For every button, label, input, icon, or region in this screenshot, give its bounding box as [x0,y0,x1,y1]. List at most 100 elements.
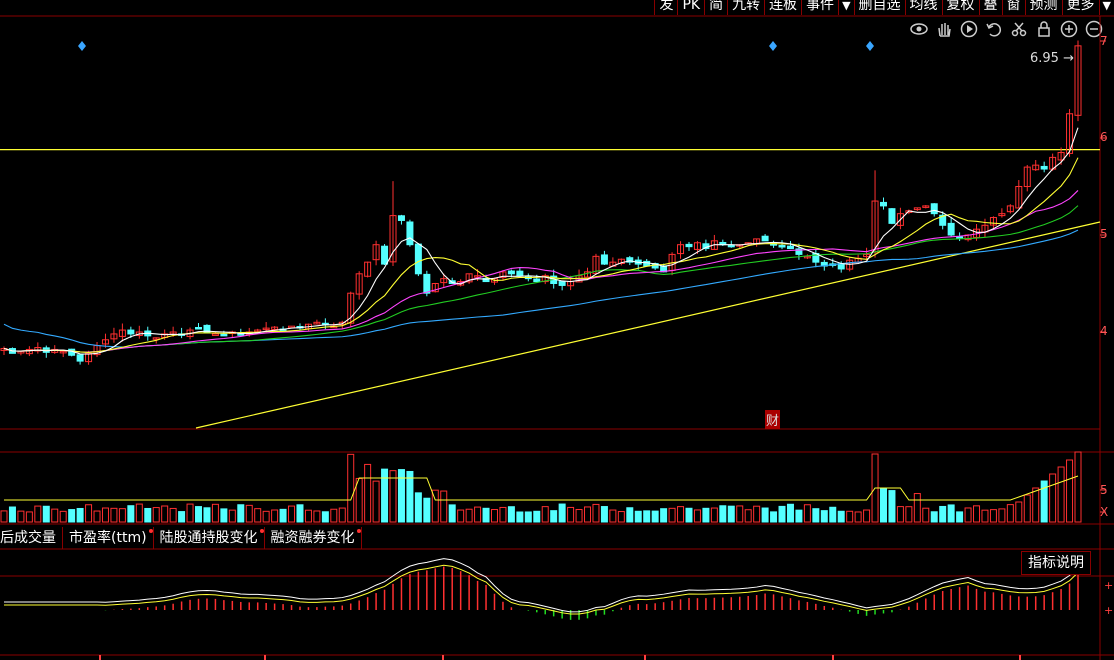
candle-body [406,221,414,246]
volume-bar [161,505,169,523]
volume-bar [1074,451,1082,523]
candle-body [685,243,693,248]
volume-bar [507,506,515,523]
event-diamond-2 [866,41,874,51]
volume-bar [1057,466,1065,523]
candle-body [930,203,938,215]
volume-bar [0,510,8,523]
volume-bar [863,509,871,523]
volume-bar [829,506,837,523]
indicator-explain-button[interactable]: 指标说明 [1021,551,1091,575]
candle-body [397,215,405,221]
volume-bar [1023,494,1031,523]
volume-bar [76,507,84,523]
volume-bar [355,477,363,523]
candle-body [507,270,515,275]
kline-chart[interactable]: ++ [0,0,1114,660]
volume-bar [254,508,262,523]
volume-bar [854,511,862,523]
volume-bar [228,509,236,523]
volume-bar [651,510,659,523]
volume-bar [846,510,854,523]
volume-bar [127,505,135,523]
volume-bar [820,510,828,523]
finance-marker[interactable]: 财 [765,410,781,429]
volume-bar [1049,473,1057,523]
indicator-tab-3[interactable]: 融资融券变化 [265,527,362,549]
volume-bar [533,510,541,523]
volume-bar [879,487,887,523]
price-axis-tick-5: 5 [1100,227,1108,241]
candle-body [414,243,422,275]
volume-bar [364,463,372,523]
candle-body [761,235,769,242]
candle-body [786,245,794,250]
tab-badge-dot [259,529,264,533]
volume-bar [989,509,997,523]
volume-bar [592,503,600,523]
volume-bar [178,511,186,523]
volume-bar [347,453,355,523]
indicator-tab-1[interactable]: 市盈率(ttm) [63,527,154,549]
tab-label: 融资融券变化 [270,530,355,546]
volume-bar [262,510,270,523]
tab-label: 市盈率(ttm) [69,530,147,546]
volume-bar [609,509,617,523]
volume-bar [541,506,549,523]
volume-bar [981,509,989,523]
ma10-line [3,157,1079,354]
volume-bar [677,506,685,523]
candle-body [533,278,541,283]
volume-bar [321,511,329,523]
volume-bar [474,506,482,523]
volume-bar [567,506,575,523]
volume-bar [42,505,50,523]
volume-bar [499,506,507,523]
volume-bar [152,507,160,523]
volume-bar [465,508,473,523]
indicator-tab-0[interactable]: 后成交量 [0,527,63,549]
tab-badge-dot [148,529,153,533]
tab-badge-dot [356,529,361,533]
volume-bar [888,490,896,523]
candle-body [381,245,389,265]
volume-bar [710,507,718,523]
volume-bar [186,503,194,523]
volume-bar [736,505,744,523]
volume-bar [338,507,346,523]
volume-bar [558,503,566,523]
volume-bar [778,505,786,523]
volume-bar [220,508,228,523]
volume-bar [795,509,803,523]
volume-bar [313,510,321,523]
volume-bar [144,507,152,523]
volume-bar [1015,501,1023,523]
ma20-line [3,190,1079,353]
volume-bar [169,507,177,523]
volume-bar [490,509,498,523]
indicator-tab-2[interactable]: 陆股通持股变化 [154,527,265,549]
volume-bar [803,504,811,523]
candle-body [211,333,219,336]
indicator-tab-bar: 后成交量 市盈率(ttm) 陆股通持股变化 融资融券变化 [0,527,362,549]
candle-body [778,245,786,248]
volume-bar [786,503,794,523]
ind-tick-1: + [1104,604,1113,617]
volume-bar [1006,504,1014,523]
volume-bar [1066,459,1074,523]
candle-body [1040,165,1048,170]
volume-bar [68,509,76,523]
volume-bar [51,508,59,523]
volume-bar [930,511,938,523]
volume-bar [905,506,913,523]
volume-bar [998,508,1006,523]
volume-bar [101,507,109,523]
volume-bar [626,507,634,523]
volume-bar [482,507,490,523]
volume-bar [719,505,727,523]
candle-body [600,254,608,265]
volume-bar [372,480,380,523]
volume-bar [617,511,625,523]
candle-body [220,333,228,337]
volume-bar [279,508,287,523]
